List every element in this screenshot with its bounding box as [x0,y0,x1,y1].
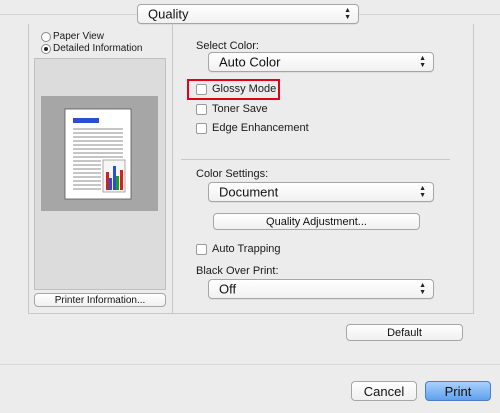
default-button[interactable]: Default [346,324,463,341]
auto-trapping-checkbox[interactable] [196,244,207,255]
detailed-information-label: Detailed Information [53,43,143,54]
document-preview-icon [64,108,132,200]
section-separator [181,159,450,160]
glossy-mode-checkbox[interactable] [196,84,207,95]
printer-information-button[interactable]: Printer Information... [34,293,166,307]
select-color-label: Select Color: [196,40,259,52]
select-color-value: Auto Color [219,54,281,70]
paper-view-radio[interactable] [41,32,51,42]
quality-popup-label: Quality [148,6,189,22]
toner-save-label: Toner Save [212,103,268,115]
detailed-information-radio[interactable] [41,44,51,54]
quality-adjustment-button[interactable]: Quality Adjustment... [213,213,420,230]
color-settings-label: Color Settings: [196,168,269,180]
preview-image [41,96,158,211]
popup-arrows-icon: ▲ ▼ [344,7,351,21]
popup-arrows-icon: ▲ ▼ [419,185,426,199]
select-color-popup[interactable]: Auto Color ▲ ▼ [208,52,434,72]
edge-enhancement-checkbox[interactable] [196,123,207,134]
dialog-bottom-separator [0,364,500,365]
popup-arrows-icon: ▲ ▼ [419,282,426,296]
panel-divider [172,24,173,314]
paper-view-label: Paper View [53,31,104,42]
auto-trapping-label: Auto Trapping [212,243,281,255]
toner-save-checkbox[interactable] [196,104,207,115]
black-over-print-label: Black Over Print: [196,265,279,277]
black-over-print-value: Off [219,281,237,297]
glossy-mode-label: Glossy Mode [212,83,277,95]
popup-arrows-icon: ▲ ▼ [419,55,426,69]
quality-popup[interactable]: Quality ▲ ▼ [137,4,359,24]
edge-enhancement-label: Edge Enhancement [212,122,309,134]
black-over-print-popup[interactable]: Off ▲ ▼ [208,279,434,299]
cancel-button[interactable]: Cancel [351,381,417,401]
color-settings-value: Document [219,184,279,200]
color-settings-popup[interactable]: Document ▲ ▼ [208,182,434,202]
print-button[interactable]: Print [425,381,491,401]
